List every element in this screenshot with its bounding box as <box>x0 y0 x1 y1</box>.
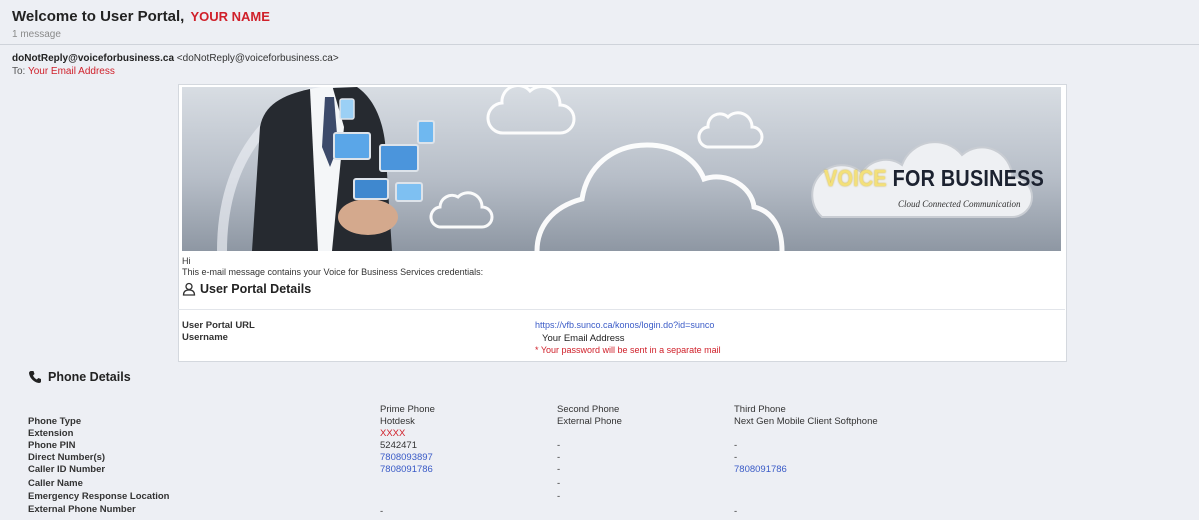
subject-text: Welcome to User Portal, <box>12 8 185 25</box>
portal-divider <box>178 309 1065 310</box>
recipient-line: To: Your Email Address <box>12 66 115 77</box>
message-count: 1 message <box>12 29 61 40</box>
table-cell: - <box>380 506 384 517</box>
row-label-phone-pin: Phone PIN <box>28 440 76 451</box>
sender-name[interactable]: doNotReply@voiceforbusiness.ca <box>12 53 174 64</box>
hero-banner: VOICE FOR BUSINESS Cloud Connected Commu… <box>182 87 1061 251</box>
phone-number-link[interactable]: 7808091786 <box>380 464 433 475</box>
row-label-emergency-location: Emergency Response Location <box>28 491 170 502</box>
brand-logo: VOICE FOR BUSINESS Cloud Connected Commu… <box>810 135 1044 225</box>
table-cell: - <box>557 464 561 475</box>
table-cell: - <box>557 491 561 502</box>
phone-number-link[interactable]: 7808093897 <box>380 452 433 463</box>
password-note: * Your password will be sent in a separa… <box>535 345 721 355</box>
row-label-phone-type: Phone Type <box>28 416 82 427</box>
phone-icon <box>29 371 41 383</box>
portal-url-link[interactable]: https://vfb.sunco.ca/konos/login.do?id=s… <box>535 320 714 330</box>
logo-tagline: Cloud Connected Communication <box>898 199 1021 209</box>
column-second-phone: Second Phone <box>557 404 620 415</box>
table-cell: - <box>734 506 738 517</box>
table-cell: 5242471 <box>380 440 417 451</box>
table-cell: External Phone <box>557 416 622 427</box>
subject-name: YOUR NAME <box>190 9 270 24</box>
table-cell: Hotdesk <box>380 416 415 427</box>
table-cell: - <box>734 452 738 463</box>
portal-section-title: User Portal Details <box>200 282 312 296</box>
table-cell: - <box>557 452 561 463</box>
row-label-external-phone: External Phone Number <box>28 504 136 515</box>
portal-url-label: User Portal URL <box>182 320 255 331</box>
table-cell: XXXX <box>380 428 406 439</box>
header-divider <box>0 44 1199 45</box>
intro-text: This e-mail message contains your Voice … <box>182 267 484 277</box>
table-cell: Next Gen Mobile Client Softphone <box>734 416 878 427</box>
username-label: Username <box>182 332 228 343</box>
row-label-caller-id: Caller ID Number <box>28 464 106 475</box>
email-subject: Welcome to User Portal, YOUR NAME <box>12 8 270 25</box>
greeting: Hi <box>182 256 191 266</box>
sender-line[interactable]: doNotReply@voiceforbusiness.ca <doNotRep… <box>12 53 339 64</box>
column-prime-phone: Prime Phone <box>380 404 435 415</box>
row-label-direct-numbers: Direct Number(s) <box>28 452 106 463</box>
sender-address: <doNotReply@voiceforbusiness.ca> <box>176 53 339 64</box>
logo-wordmark: VOICE FOR BUSINESS <box>824 165 1045 191</box>
phone-section-title: Phone Details <box>48 370 131 384</box>
phone-number-link[interactable]: 7808091786 <box>734 464 787 475</box>
recipient-value: Your Email Address <box>27 66 115 77</box>
to-label: To: <box>12 66 26 77</box>
portal-section-heading: User Portal Details <box>182 282 311 296</box>
row-label-caller-name: Caller Name <box>28 478 83 489</box>
column-third-phone: Third Phone <box>734 404 786 415</box>
table-cell: - <box>557 440 561 451</box>
table-cell: - <box>734 440 738 451</box>
username-value: Your Email Address <box>542 333 625 344</box>
phone-section-heading: Phone Details <box>28 370 131 384</box>
user-icon <box>182 282 196 296</box>
row-label-extension: Extension <box>28 428 74 439</box>
table-cell: - <box>557 478 561 489</box>
